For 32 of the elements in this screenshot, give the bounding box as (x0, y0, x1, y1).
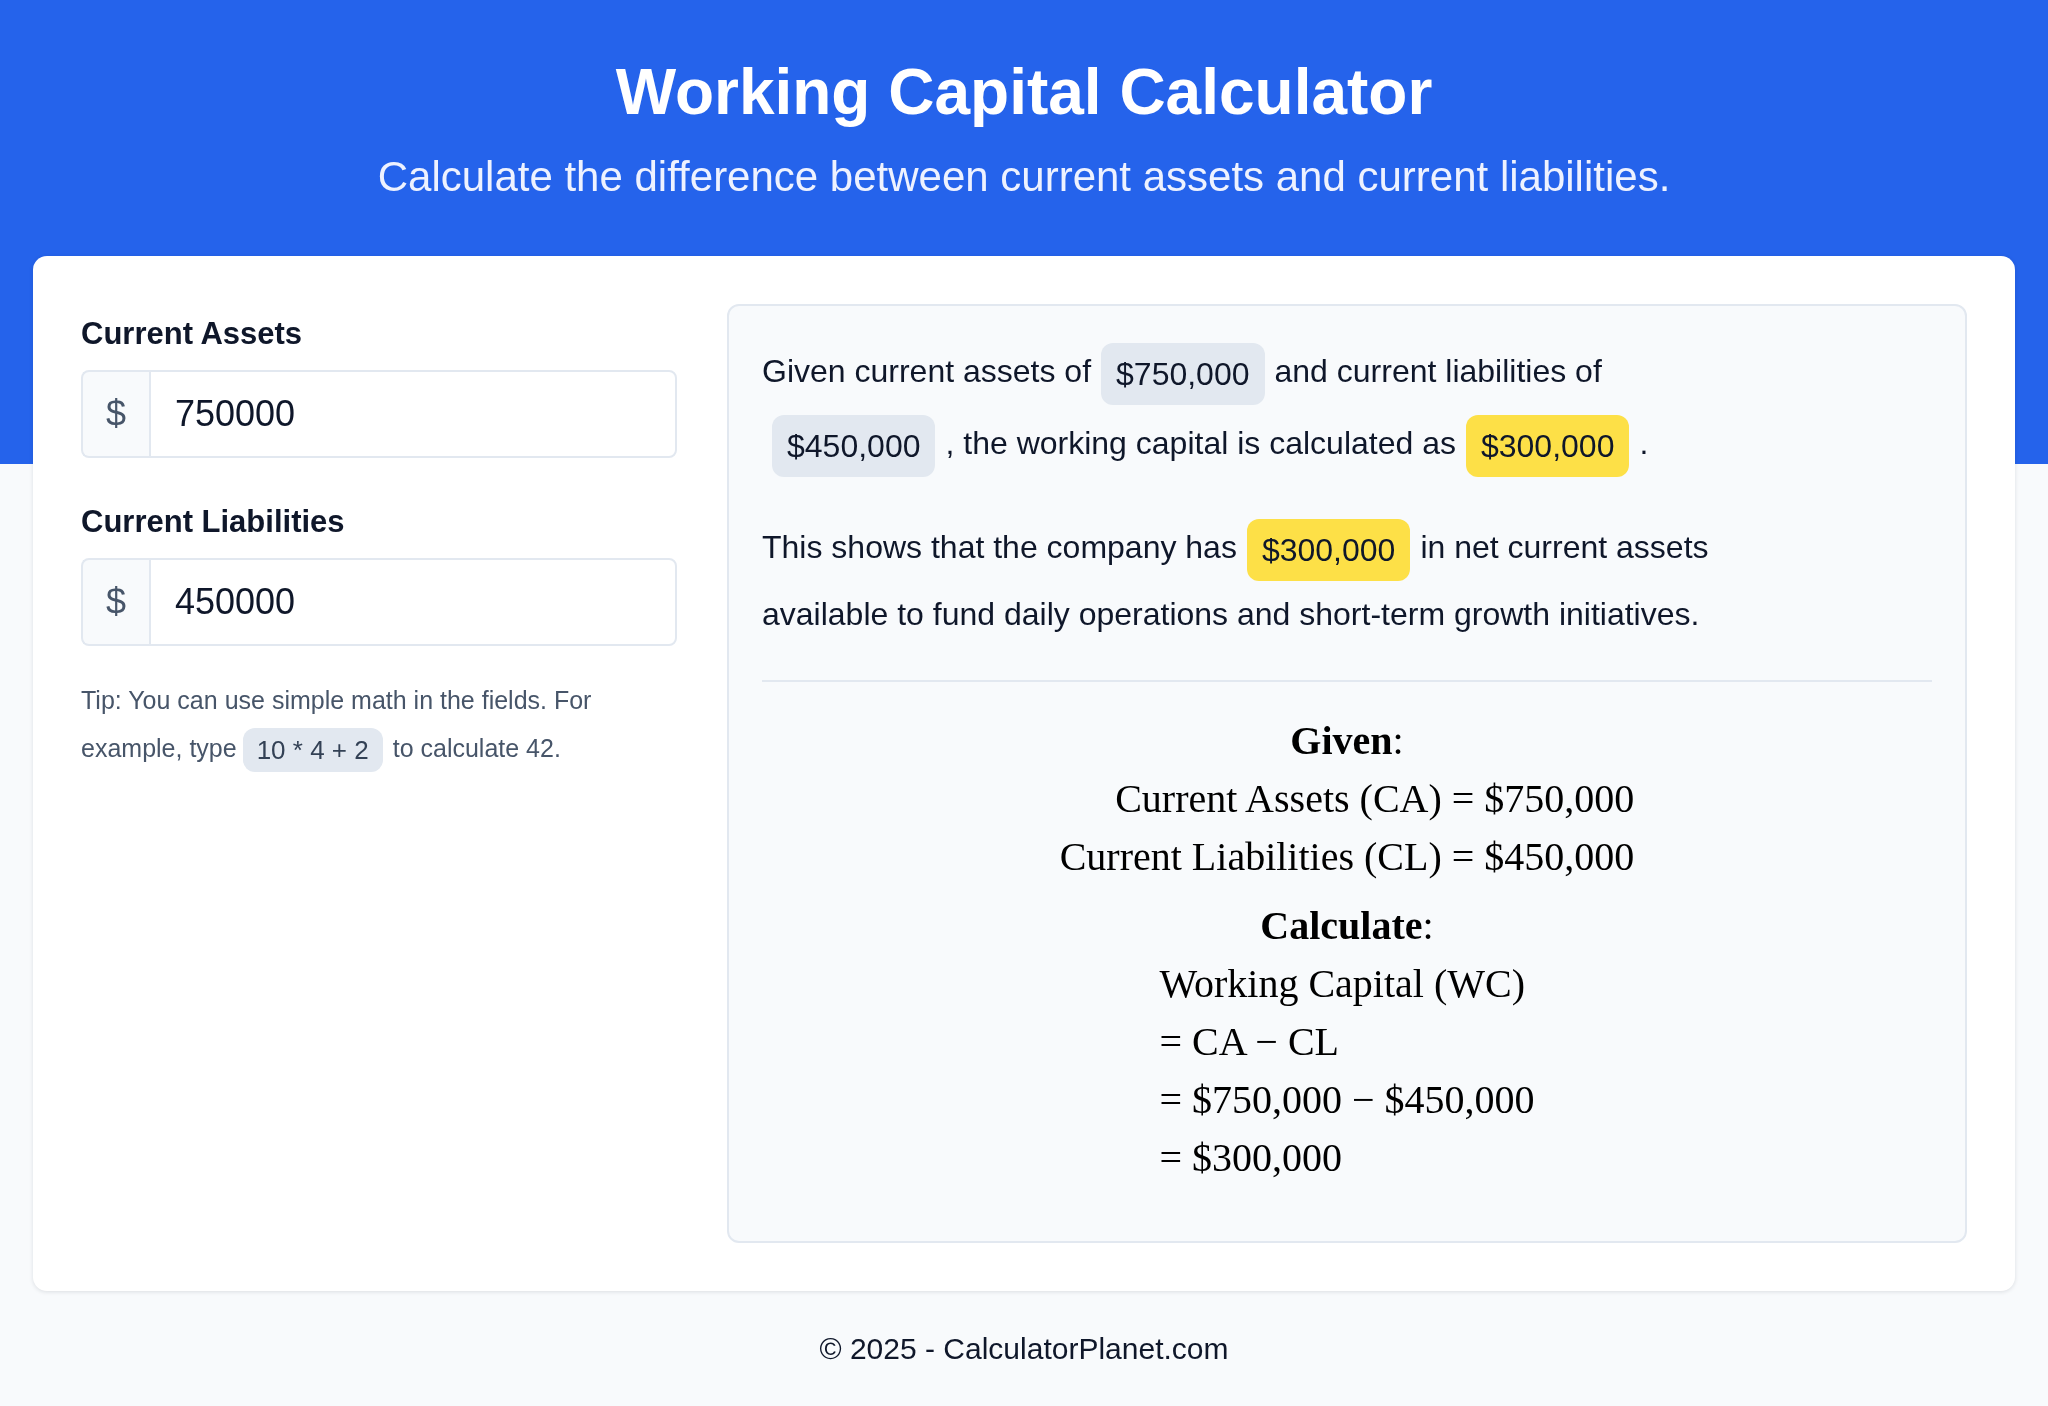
tip-text: example, type (81, 734, 237, 762)
page-title: Working Capital Calculator (615, 55, 1433, 130)
amount-input[interactable]: 450000 (149, 558, 677, 646)
tip-text: to calculate 42. (392, 734, 561, 762)
body-text: . (1639, 425, 1649, 462)
tip-text: Tip: You can use simple math in the fields. For (81, 686, 592, 714)
footer-copyright: © 2025 - CalculatorPlanet.com (819, 1331, 1229, 1366)
formula-line: Current Liabilities (CL) = $450,000 (1059, 833, 1635, 881)
body-text: Given current assets of (762, 353, 1092, 390)
formula-line: = $300,000 (1159, 1134, 1342, 1182)
currency-prefix: $ (81, 370, 149, 458)
body-text: available to fund daily operations and short-term growth initiatives. (762, 596, 1700, 632)
formula-line: = CA − CL (1159, 1018, 1340, 1066)
formula-line: = $750,000 − $450,000 (1159, 1076, 1535, 1124)
formula-line: Current Assets (CA) = $750,000 (1115, 775, 1635, 823)
field-label: Current Liabilities (81, 503, 346, 541)
field-label: Current Assets (81, 315, 304, 353)
result-highlight: $300,000 (1246, 519, 1411, 581)
page-subtitle: Calculate the difference between current assets and current liabilities. (377, 152, 1671, 202)
formula-heading: Given: (1290, 717, 1404, 765)
formula-heading: Calculate: (1260, 902, 1434, 950)
currency-prefix: $ (81, 558, 149, 646)
result-highlight: $300,000 (1465, 415, 1630, 477)
amount-highlight: $750,000 (1101, 343, 1265, 405)
body-text: in net current assets (1420, 529, 1709, 566)
formula-line: Working Capital (WC) (1159, 960, 1526, 1008)
body-text: This shows that the company has (762, 529, 1237, 566)
body-text: , the working capital is calculated as (945, 425, 1456, 462)
amount-highlight: $450,000 (772, 415, 936, 477)
amount-input[interactable]: 750000 (149, 370, 677, 458)
body-text: and current liabilities of (1274, 353, 1602, 390)
code-snippet: 10 * 4 + 2 (242, 728, 383, 773)
